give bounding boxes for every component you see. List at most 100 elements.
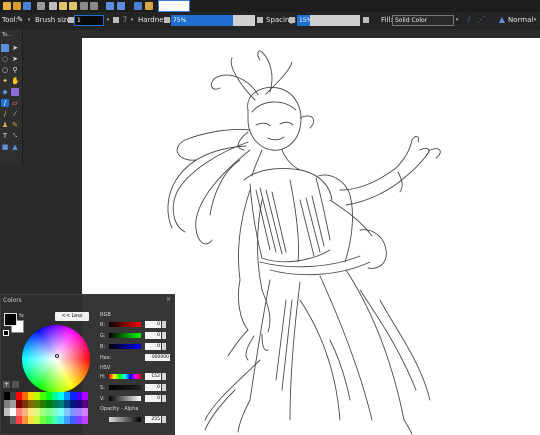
palette-swatch[interactable] [40, 416, 46, 424]
redo-icon[interactable] [117, 2, 125, 10]
saturation-slider[interactable] [109, 385, 141, 390]
paintbrush-icon[interactable]: / [1, 99, 9, 107]
paste-icon[interactable] [69, 2, 77, 10]
palette-swatch[interactable] [64, 408, 70, 416]
palette-swatch[interactable] [64, 392, 70, 400]
hardness-slider[interactable]: 75% [171, 15, 233, 26]
palette-swatch[interactable] [70, 416, 76, 424]
palette-swatch[interactable] [10, 416, 16, 424]
palette-swatch[interactable] [40, 408, 46, 416]
v-value-input[interactable]: 0 [145, 395, 161, 402]
red-slider[interactable] [109, 322, 141, 327]
ellipse-select-icon[interactable]: ○ [1, 66, 9, 74]
palette-swatch[interactable] [46, 400, 52, 408]
tool-dropdown-icon[interactable]: ▾ [24, 15, 34, 25]
alpha-blending-icon[interactable]: ⋰ [476, 15, 486, 25]
palette-swatch[interactable] [28, 400, 34, 408]
palette-swatch[interactable] [46, 408, 52, 416]
save-icon[interactable] [23, 2, 31, 10]
palette-swatch[interactable] [70, 400, 76, 408]
crop-icon[interactable] [80, 2, 88, 10]
shapes-icon[interactable]: ■ [1, 143, 9, 151]
palette-swatch[interactable] [16, 400, 22, 408]
grid-icon[interactable] [134, 2, 142, 10]
spacing-slider-track[interactable] [310, 15, 360, 26]
palette-swatch[interactable] [82, 416, 88, 424]
s-value-input[interactable]: 0 [145, 384, 161, 391]
copy-icon[interactable] [59, 2, 67, 10]
palette-swatch[interactable] [28, 416, 34, 424]
primary-color-swatch[interactable] [4, 313, 17, 326]
shape-triangle-icon[interactable]: ▲ [11, 143, 19, 151]
clone-stamp-icon[interactable]: ♟ [1, 121, 9, 129]
palette-swatch[interactable] [52, 392, 58, 400]
palette-swatch[interactable] [76, 416, 82, 424]
ruler-icon[interactable] [145, 2, 153, 10]
palette-swatch[interactable] [58, 392, 64, 400]
color-wheel-cursor[interactable] [55, 354, 59, 358]
fill-dropdown-icon[interactable]: ▾ [452, 15, 462, 25]
alpha-spinner[interactable] [162, 416, 166, 423]
alpha-value-input[interactable]: 255 [145, 416, 161, 423]
palette-swatch[interactable] [28, 408, 34, 416]
palette-swatch[interactable] [46, 416, 52, 424]
blue-slider[interactable] [109, 344, 141, 349]
value-slider[interactable] [109, 396, 141, 401]
add-palette-icon[interactable]: + [3, 381, 10, 388]
spacing-slider[interactable]: 15% [297, 15, 312, 26]
deselect-icon[interactable] [90, 2, 98, 10]
palette-swatch[interactable] [58, 400, 64, 408]
r-value-input[interactable]: 0 [145, 321, 161, 328]
palette-swatch[interactable] [82, 400, 88, 408]
blend-mode-dropdown-icon[interactable]: ▾ [530, 15, 540, 25]
print-icon[interactable] [37, 2, 45, 10]
palette-swatch[interactable] [82, 392, 88, 400]
antialiasing-icon[interactable]: ⧸ [464, 15, 474, 25]
hardness-decrease-icon[interactable] [164, 17, 170, 23]
palette-swatch[interactable] [76, 408, 82, 416]
h-value-input[interactable]: 152 [145, 373, 161, 380]
antialias-dropdown-icon[interactable]: ▾ [127, 15, 137, 25]
palette-swatch[interactable] [4, 408, 10, 416]
fill-select[interactable]: Solid Color [392, 15, 454, 26]
image-tab-thumbnail[interactable] [158, 0, 190, 12]
palette-swatch[interactable] [16, 408, 22, 416]
b-value-input[interactable]: 0 [145, 343, 161, 350]
new-file-icon[interactable] [3, 2, 11, 10]
palette-swatch[interactable] [34, 408, 40, 416]
palette-swatch[interactable] [16, 392, 22, 400]
pan-icon[interactable]: ✋ [11, 77, 20, 85]
move-selected-icon[interactable]: ➤ [11, 55, 19, 63]
magic-wand-icon[interactable]: ✦ [1, 77, 9, 85]
cut-icon[interactable] [49, 2, 57, 10]
color-palette[interactable] [4, 392, 90, 425]
palette-swatch[interactable] [58, 416, 64, 424]
palette-swatch[interactable] [22, 416, 28, 424]
palette-swatch[interactable] [64, 400, 70, 408]
palette-swatch[interactable] [52, 416, 58, 424]
hardness-slider-track[interactable] [233, 15, 255, 26]
color-picker-icon[interactable]: ⁄ [11, 110, 19, 118]
palette-swatch[interactable] [34, 400, 40, 408]
palette-swatch[interactable] [4, 400, 10, 408]
brush-size-dropdown-icon[interactable]: ▾ [103, 15, 113, 25]
hex-input[interactable]: 000000 [145, 354, 170, 361]
b-spinner[interactable] [162, 343, 166, 350]
hue-slider[interactable] [109, 374, 141, 379]
palette-swatch[interactable] [34, 416, 40, 424]
green-slider[interactable] [109, 333, 141, 338]
r-spinner[interactable] [162, 321, 166, 328]
palette-swatch[interactable] [22, 392, 28, 400]
recolor-icon[interactable]: ✎ [11, 121, 19, 129]
palette-swatch[interactable] [4, 416, 10, 424]
undo-icon[interactable] [106, 2, 114, 10]
paint-bucket-icon[interactable]: ◆ [1, 88, 9, 96]
reset-colors-icon[interactable] [3, 330, 9, 336]
palette-swatch[interactable] [34, 392, 40, 400]
palette-swatch[interactable] [52, 400, 58, 408]
s-spinner[interactable] [162, 384, 166, 391]
rectangle-select-icon[interactable] [1, 44, 9, 52]
palette-swatch[interactable] [64, 416, 70, 424]
v-spinner[interactable] [162, 395, 166, 402]
palette-swatch[interactable] [70, 408, 76, 416]
